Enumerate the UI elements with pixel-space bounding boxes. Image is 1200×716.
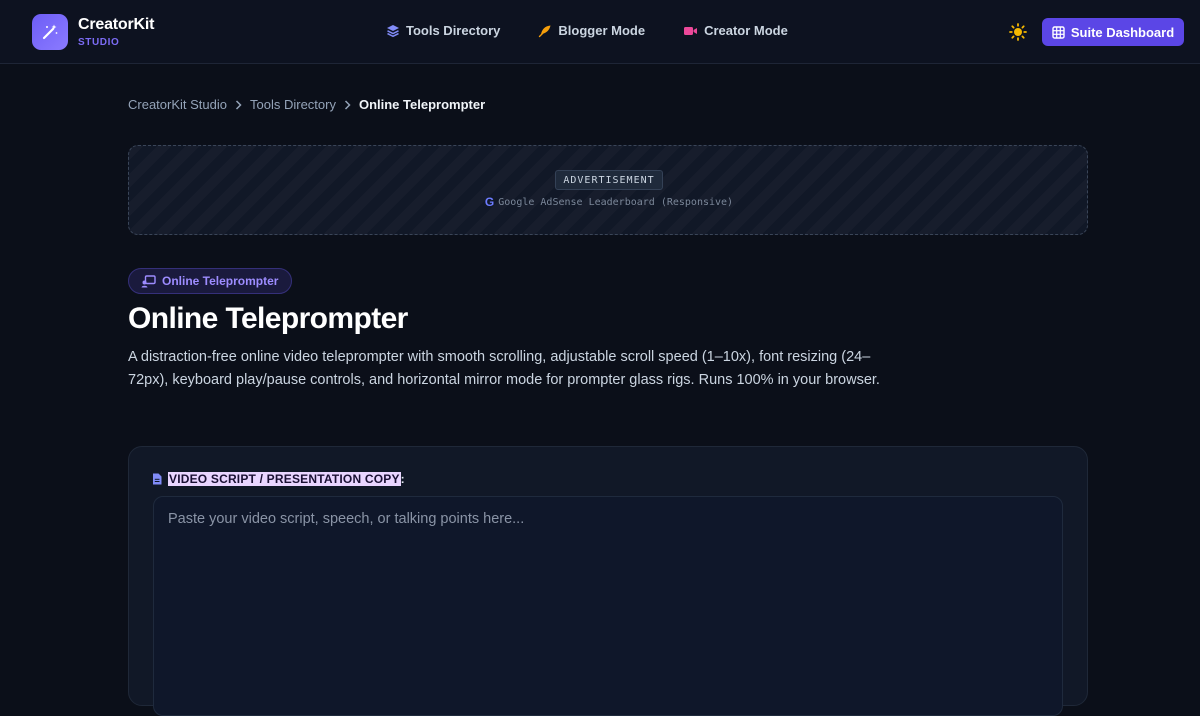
page-description: A distraction-free online video teleprom… — [128, 349, 880, 388]
nav-blogger-mode[interactable]: Blogger Mode — [538, 23, 645, 38]
suite-dashboard-button[interactable]: Suite Dashboard — [1042, 18, 1184, 46]
main-nav: Tools Directory Blogger Mode Creator Mod… — [386, 23, 826, 38]
brand-name: CreatorKit — [78, 15, 155, 33]
magic-wand-icon — [32, 14, 68, 50]
script-input[interactable] — [153, 496, 1063, 716]
grid-icon — [1052, 25, 1065, 39]
script-field-label-text: VIDEO SCRIPT / PRESENTATION COPY — [168, 472, 401, 486]
script-field-label: VIDEO SCRIPT / PRESENTATION COPY : — [152, 472, 405, 486]
tool-badge-label: Online Teleprompter — [162, 274, 279, 288]
nav-creator-mode-label: Creator Mode — [704, 23, 788, 38]
nav-blogger-mode-label: Blogger Mode — [558, 23, 646, 38]
chevron-right-icon — [344, 99, 351, 110]
brand-subtitle: STUDIO — [78, 36, 120, 48]
script-field-label-colon: : — [400, 472, 405, 486]
breadcrumb-current: Online Teleprompter — [358, 97, 486, 112]
nav-tools-directory-label: Tools Directory — [406, 23, 501, 38]
brand-home-link[interactable]: CreatorKit STUDIO — [32, 14, 154, 50]
teleprompter-icon — [141, 274, 156, 287]
feather-icon — [539, 25, 551, 37]
top-navigation-bar: CreatorKit STUDIO Tools Directory Blogge… — [0, 0, 1200, 64]
breadcrumb-tools-directory-link[interactable]: Tools Directory — [250, 97, 336, 112]
chevron-right-icon — [235, 99, 242, 110]
layers-icon — [387, 24, 399, 37]
ad-description: Google AdSense Leaderboard (Responsive) — [498, 196, 734, 208]
ad-label: ADVERTISEMENT — [555, 170, 663, 190]
theme-toggle-button[interactable] — [1009, 23, 1027, 41]
breadcrumb-home-link[interactable]: CreatorKit Studio — [128, 97, 227, 112]
google-icon: G — [484, 195, 495, 209]
script-editor-card: VIDEO SCRIPT / PRESENTATION COPY : — [128, 446, 1088, 716]
breadcrumb: CreatorKit Studio Tools Directory Online… — [128, 97, 485, 112]
ad-description-row: G Google AdSense Leaderboard (Responsive… — [129, 195, 1089, 209]
nav-creator-mode[interactable]: Creator Mode — [683, 23, 788, 38]
ad-leaderboard-slot: ADVERTISEMENT G Google AdSense Leaderboa… — [128, 145, 1088, 235]
video-icon — [684, 26, 698, 35]
nav-tools-directory[interactable]: Tools Directory — [386, 23, 500, 38]
page-title: Online Teleprompter — [128, 302, 408, 335]
suite-dashboard-label: Suite Dashboard — [1070, 24, 1175, 40]
tool-badge: Online Teleprompter — [128, 268, 293, 294]
sun-icon — [1009, 23, 1027, 41]
document-icon — [153, 473, 162, 485]
